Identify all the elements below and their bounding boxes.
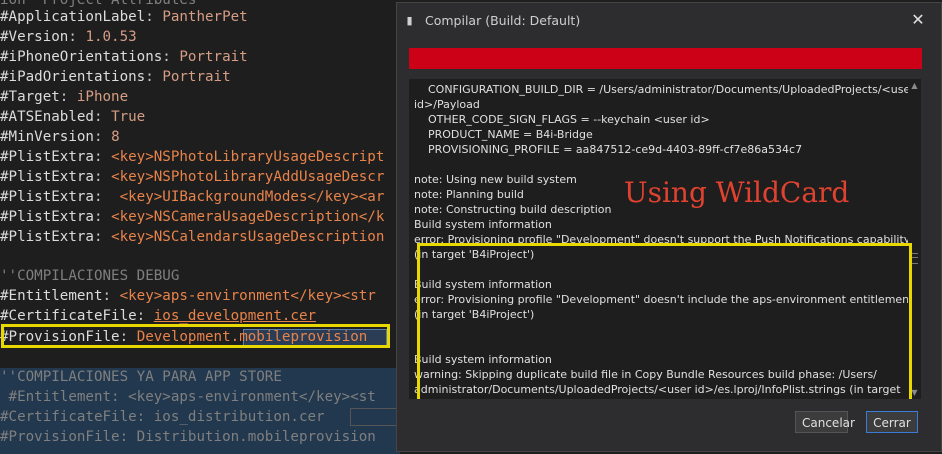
code-line[interactable]: #PlistExtra: <key>NSCameraUsageDescripti… bbox=[0, 207, 384, 227]
attribute-key: #PlistExtra bbox=[0, 209, 94, 225]
code-line[interactable]: #iPadOrientations: Portrait bbox=[0, 67, 231, 87]
code-line-entitlement[interactable]: #Entitlement: <key>aps-environment</key>… bbox=[0, 286, 376, 306]
log-line: CONFIGURATION_BUILD_DIR = /Users/adminis… bbox=[414, 83, 915, 96]
log-line: note: Using new build system bbox=[414, 173, 577, 186]
attribute-value: 1.0.53 bbox=[85, 29, 137, 45]
attribute-key: #MinVersion bbox=[0, 129, 94, 145]
compile-dialog: ▮ Compilar (Build: Default) ✕ CONFIGURAT… bbox=[396, 2, 942, 452]
log-line: (in target 'B4iProject') bbox=[414, 248, 535, 261]
log-line: OTHER_CODE_SIGN_FLAGS = --keychain <user… bbox=[414, 113, 710, 126]
log-scrollbar[interactable]: ▲ ▼ bbox=[908, 79, 921, 399]
code-line[interactable]: #MinVersion: 8 bbox=[0, 127, 120, 147]
attribute-value: Portrait bbox=[162, 69, 231, 85]
attribute-value: <key>NSPhotoLibraryAddUsageDescr bbox=[111, 169, 385, 185]
attribute-value: <key>UIBackgroundModes</key><ar bbox=[111, 189, 385, 205]
attribute-key: #ApplicationLabel bbox=[0, 9, 146, 25]
code-line[interactable]: #Target: iPhone bbox=[0, 87, 128, 107]
log-line: warning: Skipping duplicate build file i… bbox=[414, 368, 877, 381]
log-line: 'B4iProject') bbox=[414, 397, 480, 399]
code-editor[interactable]: ion 'Project Attributes #ApplicationLabe… bbox=[0, 0, 400, 454]
attribute-value: <key>NSCalendarsUsageDescription bbox=[111, 229, 385, 245]
code-line-store-entitlement[interactable]: #Entitlement: <key>aps-environment</key>… bbox=[0, 387, 376, 407]
code-line[interactable]: #ATSEnabled: True bbox=[0, 107, 145, 127]
attribute-value: <key>NSCameraUsageDescription</k bbox=[111, 209, 385, 225]
attribute-key: #PlistExtra bbox=[0, 229, 94, 245]
attribute-value: 8 bbox=[111, 129, 120, 145]
code-line[interactable]: #PlistExtra: <key>NSPhotoLibraryAddUsage… bbox=[0, 167, 384, 187]
attribute-key: #PlistExtra bbox=[0, 169, 94, 185]
attribute-key: #PlistExtra bbox=[0, 189, 94, 205]
attribute-key: #ATSEnabled bbox=[0, 109, 94, 125]
dialog-titlebar[interactable]: ▮ Compilar (Build: Default) ✕ bbox=[397, 3, 941, 37]
log-line: error: Provisioning profile "Development… bbox=[414, 293, 917, 306]
attribute-value: PantherPet bbox=[162, 9, 248, 25]
scroll-up-icon[interactable]: ▲ bbox=[910, 81, 919, 90]
code-line-certificate[interactable]: #CertificateFile: ios_development.cer bbox=[0, 306, 316, 326]
certificate-key: #CertificateFile bbox=[0, 308, 137, 324]
app-icon: ▮ bbox=[406, 14, 413, 27]
selection-marker bbox=[350, 408, 400, 426]
code-line[interactable]: #iPhoneOrientations: Portrait bbox=[0, 47, 248, 67]
log-line: note: Constructing build description bbox=[414, 203, 612, 216]
log-line: id>/Payload bbox=[414, 98, 480, 111]
log-line: PROVISIONING_PROFILE = aa847512-ce9d-440… bbox=[414, 143, 803, 156]
code-line-store-certificate[interactable]: #CertificateFile: ios_distribution.cer bbox=[0, 407, 325, 427]
code-line-store-provision[interactable]: #ProvisionFile: Distribution.mobileprovi… bbox=[0, 427, 376, 447]
close-icon[interactable]: ✕ bbox=[909, 11, 927, 29]
attribute-key: #Version bbox=[0, 29, 69, 45]
annotation-frame-provision bbox=[1, 324, 390, 348]
attribute-value: Portrait bbox=[179, 49, 248, 65]
annotation-text: Using WildCard bbox=[624, 176, 850, 209]
log-line: (in target 'B4iProject') bbox=[414, 308, 535, 321]
log-line: error: Provisioning profile "Development… bbox=[414, 233, 913, 246]
log-line: PRODUCT_NAME = B4i-Bridge bbox=[414, 128, 593, 141]
code-line[interactable]: #ApplicationLabel: PantherPet bbox=[0, 7, 248, 27]
scroll-grip-icon[interactable] bbox=[911, 253, 918, 264]
code-line[interactable]: #PlistExtra: <key>UIBackgroundModes</key… bbox=[0, 187, 384, 207]
close-button[interactable]: Cerrar bbox=[866, 411, 918, 433]
build-log[interactable]: CONFIGURATION_BUILD_DIR = /Users/adminis… bbox=[409, 79, 921, 399]
log-line: note: Planning build bbox=[414, 188, 524, 201]
log-line: Build system information bbox=[414, 278, 552, 291]
code-line[interactable]: #Version: 1.0.53 bbox=[0, 27, 137, 47]
entitlement-key: #Entitlement bbox=[0, 288, 103, 304]
entitlement-value: <key>aps-environment</key><str bbox=[119, 288, 376, 304]
dialog-title: Compilar (Build: Default) bbox=[425, 13, 581, 28]
attribute-value: True bbox=[111, 109, 146, 125]
attribute-key: #iPhoneOrientations bbox=[0, 49, 163, 65]
comment-debug: ''COMPILACIONES DEBUG bbox=[0, 268, 180, 284]
code-line[interactable]: #PlistExtra: <key>NSPhotoLibraryUsageDes… bbox=[0, 147, 384, 167]
log-line: Build system information bbox=[414, 218, 552, 231]
attribute-key: #iPadOrientations bbox=[0, 69, 146, 85]
comment-store: ''COMPILACIONES YA PARA APP STORE bbox=[0, 369, 282, 385]
scroll-down-icon[interactable]: ▼ bbox=[910, 388, 919, 397]
code-line[interactable]: #PlistExtra: <key>NSCalendarsUsageDescri… bbox=[0, 227, 384, 247]
cancel-button[interactable]: Cancelar bbox=[795, 411, 855, 433]
log-line: administrator/Documents/UploadedProjects… bbox=[414, 383, 901, 396]
attribute-key: #PlistExtra bbox=[0, 149, 94, 165]
certificate-value: ios_development.cer bbox=[153, 308, 317, 324]
attribute-value: iPhone bbox=[76, 89, 129, 105]
progress-bar bbox=[409, 48, 922, 69]
log-line: Build system information bbox=[414, 353, 552, 366]
attribute-key: #Target bbox=[0, 89, 60, 105]
attribute-value: <key>NSPhotoLibraryUsageDescript bbox=[111, 149, 385, 165]
